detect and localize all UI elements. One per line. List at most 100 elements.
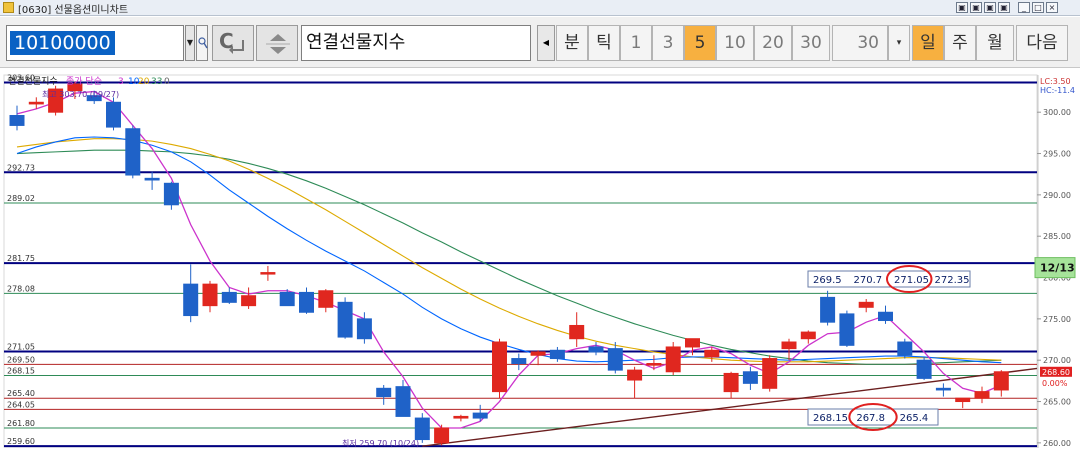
candle-body[interactable] [9,115,25,126]
candle-body[interactable] [955,397,971,403]
candle-body[interactable] [549,349,565,360]
candle-body[interactable] [260,272,276,275]
candle-body[interactable] [858,301,874,308]
candle-body[interactable] [106,101,121,128]
price-line-label: 268.15 [7,366,35,375]
candle-body[interactable] [318,290,334,308]
price-line-label: 265.40 [7,389,35,398]
print-icon[interactable]: ▣ [984,2,996,13]
candle-body[interactable] [395,386,411,417]
price-line-label: 269.50 [7,355,35,364]
candle-body[interactable] [993,371,1009,391]
price-line-label: 281.75 [7,254,35,263]
candle-body[interactable] [414,417,430,441]
y-tick-label: 260.00 [1043,439,1071,448]
candle-body[interactable] [337,301,353,338]
candle-body[interactable] [569,324,585,340]
spin-arrows-icon [266,34,290,54]
candle-body[interactable] [183,283,199,317]
period-5-button[interactable]: 5 [684,25,716,61]
candle-body[interactable] [221,291,237,303]
candle-body[interactable] [28,101,44,105]
candle-body[interactable] [839,313,855,346]
price-line-label: 289.02 [7,194,35,203]
period-20-button[interactable]: 20 [754,25,792,61]
upper-value-value: 269.5 [813,275,842,286]
code-dropdown-button[interactable]: ▼ [185,25,195,61]
candle-body[interactable] [974,391,990,399]
candle-body[interactable] [800,331,816,340]
candle-body[interactable] [820,296,836,323]
period-1-button[interactable]: 1 [620,25,652,61]
period-tick-button[interactable]: 틱 [588,25,620,61]
period-30-button[interactable]: 30 [792,25,830,61]
period-minute-button[interactable]: 분 [556,25,588,61]
candle-body[interactable] [356,318,372,340]
week-button[interactable]: 주 [944,25,976,61]
candle-body[interactable] [665,346,681,373]
candle-body[interactable] [916,359,932,379]
current-pct-label: 0.00% [1042,379,1068,388]
settings-icon[interactable]: ▣ [998,2,1010,13]
candle-body[interactable] [472,412,488,419]
spin-button[interactable] [256,25,298,61]
candle-body[interactable] [492,341,507,393]
candle-body[interactable] [299,291,314,313]
legend-ma-label: 종가 단순 [66,76,102,87]
candle-body[interactable] [163,182,179,206]
layout-icon-2[interactable]: ▣ [970,2,982,13]
code-input[interactable]: 10100000 [6,25,184,61]
maximize-button[interactable]: □ [1032,2,1044,13]
count-input[interactable]: 30 [832,25,888,61]
period-10-button[interactable]: 10 [716,25,754,61]
candle-body[interactable] [646,363,662,366]
count-spin-button[interactable]: ▾ [888,25,910,61]
minimize-button[interactable]: _ [1018,2,1030,13]
lower-value-value: 265.4 [900,413,929,424]
c-button[interactable]: C [212,25,254,61]
candle-body[interactable] [376,387,392,398]
upper-value-value: 272.35 [935,275,970,286]
candle-body[interactable] [781,341,797,350]
layout-icon[interactable]: ▣ [956,2,968,13]
candle-body[interactable] [144,177,160,181]
candle-body[interactable] [202,283,218,307]
code-value: 10100000 [10,31,115,55]
toolbar: 10100000 ▼ C 연결선물지수 ◀ 분 틱 1 3 5 10 20 30… [0,17,1080,68]
candle-body[interactable] [627,369,643,381]
period-3-button[interactable]: 3 [652,25,684,61]
instrument-name-field[interactable]: 연결선물지수 [301,25,531,61]
candle-body[interactable] [878,311,893,322]
legend-ma-20: 20 [138,77,150,87]
candle-body[interactable] [897,341,913,356]
candle-body[interactable] [530,351,546,356]
candle-body[interactable] [588,346,604,353]
candle-body[interactable] [704,349,720,358]
legend-title: 연결선물지수 [8,76,58,87]
candle-body[interactable] [434,427,450,444]
candle-body[interactable] [723,372,739,393]
price-chart[interactable]: 303.60 292.73 289.02 281.75 278.08 271.05 269.… [0,69,1080,448]
legend-ma-0: 0 [164,77,170,87]
scroll-left-button[interactable]: ◀ [537,25,555,61]
lower-value-value: 267.8 [856,413,885,424]
candle-body[interactable] [279,291,295,307]
candle-body[interactable] [241,295,257,307]
candle-body[interactable] [742,371,758,384]
price-line-label: 264.05 [7,400,35,409]
candle-body[interactable] [762,358,778,389]
search-button[interactable] [196,25,208,61]
candle-body[interactable] [607,348,623,371]
candle-body[interactable] [685,338,700,348]
candle-body[interactable] [511,358,527,365]
next-button[interactable]: 다음 [1016,25,1068,61]
month-button[interactable]: 월 [976,25,1014,61]
candle-body[interactable] [125,128,141,176]
close-button[interactable]: × [1046,2,1058,13]
price-line-label: 278.08 [7,284,35,293]
chart-canvas[interactable]: 303.60292.73289.02281.75278.08271.05269.… [0,69,1080,448]
candle-body[interactable] [453,415,469,419]
day-button[interactable]: 일 [912,25,944,61]
candle-body[interactable] [935,387,951,391]
lc-label: LC:3.50 [1040,77,1071,86]
